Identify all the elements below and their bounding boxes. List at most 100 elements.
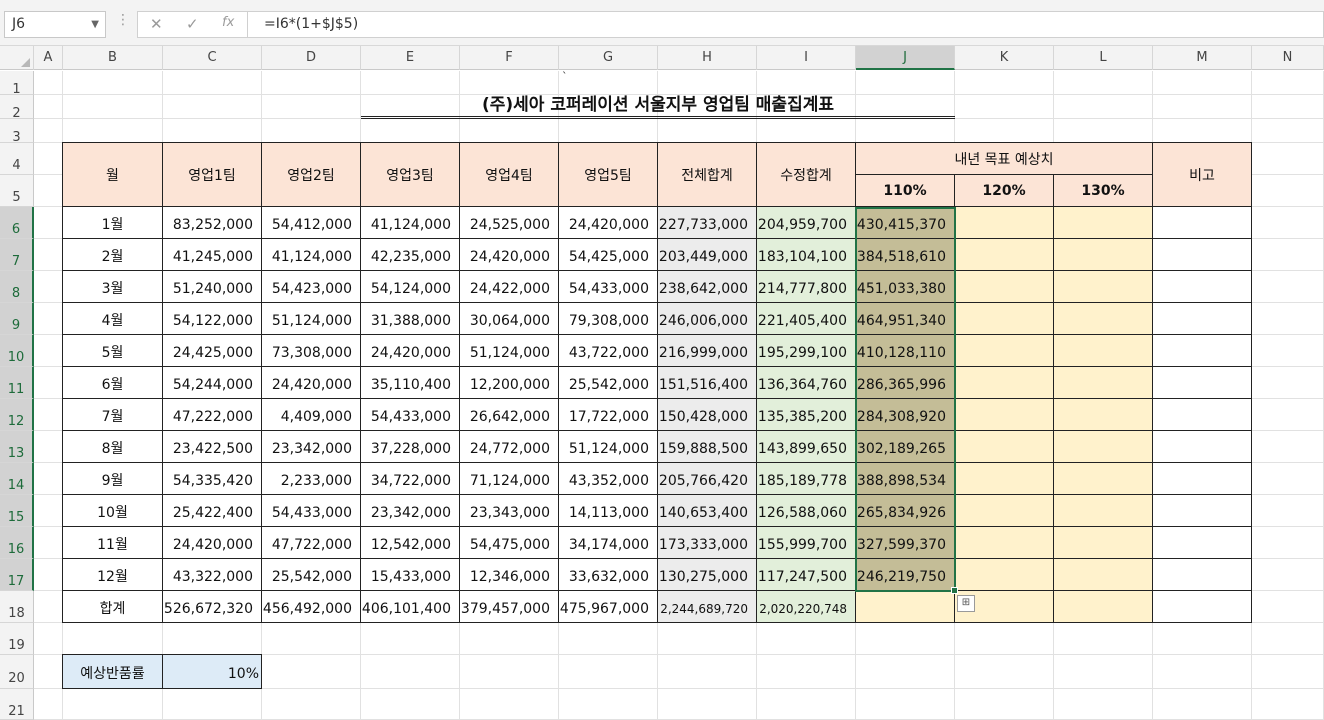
total-cell[interactable]: 227,733,000	[657, 206, 757, 239]
total-cell[interactable]: 205,766,420	[657, 462, 757, 495]
row-header-9[interactable]: 9	[0, 303, 34, 335]
row-header-16[interactable]: 16	[0, 527, 34, 559]
forecast-120-cell[interactable]	[954, 526, 1054, 559]
total-note[interactable]	[1152, 590, 1252, 623]
total-cell[interactable]: 159,888,500	[657, 430, 757, 463]
column-header-n[interactable]: N	[1252, 46, 1324, 70]
team2-cell[interactable]: 54,412,000	[261, 206, 361, 239]
row-header-19[interactable]: 19	[0, 623, 34, 655]
note-cell[interactable]	[1152, 334, 1252, 367]
forecast-120-cell[interactable]	[954, 430, 1054, 463]
forecast-130-cell[interactable]	[1053, 398, 1153, 431]
column-header-e[interactable]: E	[361, 46, 460, 70]
team4-cell[interactable]: 54,475,000	[459, 526, 559, 559]
row-header-11[interactable]: 11	[0, 367, 34, 399]
row-header-13[interactable]: 13	[0, 431, 34, 463]
team1-cell[interactable]: 47,222,000	[162, 398, 262, 431]
header-team5[interactable]: 영업5팀	[558, 142, 658, 207]
row-header-17[interactable]: 17	[0, 559, 34, 591]
total-cell[interactable]: 173,333,000	[657, 526, 757, 559]
forecast-120-cell[interactable]	[954, 238, 1054, 271]
chevron-down-icon[interactable]: ▼	[91, 12, 99, 37]
forecast-110-cell[interactable]: 410,128,110	[855, 334, 955, 367]
forecast-130-cell[interactable]	[1053, 430, 1153, 463]
total-team2[interactable]: 456,492,000	[261, 590, 361, 623]
row-header-5[interactable]: 5	[0, 175, 34, 207]
total-forecast-110[interactable]	[855, 590, 955, 623]
note-cell[interactable]	[1152, 558, 1252, 591]
column-header-g[interactable]: G	[559, 46, 658, 70]
team1-cell[interactable]: 23,422,500	[162, 430, 262, 463]
team2-cell[interactable]: 51,124,000	[261, 302, 361, 335]
x-icon[interactable]: ✕	[150, 15, 163, 33]
forecast-130-cell[interactable]	[1053, 238, 1153, 271]
forecast-130-cell[interactable]	[1053, 462, 1153, 495]
team5-cell[interactable]: 25,542,000	[558, 366, 658, 399]
team5-cell[interactable]: 51,124,000	[558, 430, 658, 463]
forecast-120-cell[interactable]	[954, 558, 1054, 591]
team4-cell[interactable]: 51,124,000	[459, 334, 559, 367]
row-header-1[interactable]: 1	[0, 71, 34, 97]
team4-cell[interactable]: 30,064,000	[459, 302, 559, 335]
team4-cell[interactable]: 24,525,000	[459, 206, 559, 239]
column-header-a[interactable]: A	[34, 46, 63, 70]
header-note[interactable]: 비고	[1152, 142, 1252, 207]
adjusted-cell[interactable]: 214,777,800	[756, 270, 856, 303]
forecast-120-cell[interactable]	[954, 398, 1054, 431]
month-cell[interactable]: 7월	[62, 398, 163, 431]
team5-cell[interactable]: 54,425,000	[558, 238, 658, 271]
team5-cell[interactable]: 34,174,000	[558, 526, 658, 559]
forecast-110-cell[interactable]: 265,834,926	[855, 494, 955, 527]
forecast-110-cell[interactable]: 430,415,370	[855, 206, 955, 239]
forecast-120-cell[interactable]	[954, 206, 1054, 239]
team2-cell[interactable]: 47,722,000	[261, 526, 361, 559]
forecast-130-cell[interactable]	[1053, 366, 1153, 399]
row-header-8[interactable]: 8	[0, 271, 34, 303]
team2-cell[interactable]: 2,233,000	[261, 462, 361, 495]
team1-cell[interactable]: 41,245,000	[162, 238, 262, 271]
total-forecast-130[interactable]	[1053, 590, 1153, 623]
row-header-21[interactable]: 21	[0, 689, 34, 720]
header-team2[interactable]: 영업2팀	[261, 142, 361, 207]
forecast-110-cell[interactable]: 451,033,380	[855, 270, 955, 303]
row-header-14[interactable]: 14	[0, 463, 34, 495]
check-icon[interactable]: ✓	[186, 15, 199, 33]
team5-cell[interactable]: 14,113,000	[558, 494, 658, 527]
total-cell[interactable]: 246,006,000	[657, 302, 757, 335]
note-cell[interactable]	[1152, 366, 1252, 399]
team5-cell[interactable]: 79,308,000	[558, 302, 658, 335]
header-team4[interactable]: 영업4팀	[459, 142, 559, 207]
team5-cell[interactable]: 24,420,000	[558, 206, 658, 239]
team2-cell[interactable]: 23,342,000	[261, 430, 361, 463]
team5-cell[interactable]: 43,352,000	[558, 462, 658, 495]
month-cell[interactable]: 9월	[62, 462, 163, 495]
team2-cell[interactable]: 54,433,000	[261, 494, 361, 527]
adjusted-cell[interactable]: 126,588,060	[756, 494, 856, 527]
select-all-button[interactable]	[0, 46, 34, 70]
team4-cell[interactable]: 24,422,000	[459, 270, 559, 303]
note-cell[interactable]	[1152, 270, 1252, 303]
header-120-percent[interactable]: 120%	[954, 174, 1054, 207]
total-cell[interactable]: 203,449,000	[657, 238, 757, 271]
team1-cell[interactable]: 54,335,420	[162, 462, 262, 495]
total-cell[interactable]: 140,653,400	[657, 494, 757, 527]
header-team1[interactable]: 영업1팀	[162, 142, 262, 207]
column-header-h[interactable]: H	[658, 46, 757, 70]
month-cell[interactable]: 10월	[62, 494, 163, 527]
total-cell[interactable]: 151,516,400	[657, 366, 757, 399]
month-cell[interactable]: 12월	[62, 558, 163, 591]
forecast-120-cell[interactable]	[954, 334, 1054, 367]
adjusted-cell[interactable]: 135,385,200	[756, 398, 856, 431]
header-month[interactable]: 월	[62, 142, 163, 207]
row-header-20[interactable]: 20	[0, 655, 34, 689]
team1-cell[interactable]: 24,420,000	[162, 526, 262, 559]
forecast-130-cell[interactable]	[1053, 526, 1153, 559]
team3-cell[interactable]: 24,420,000	[360, 334, 460, 367]
column-header-j[interactable]: J	[856, 46, 955, 70]
adjusted-cell[interactable]: 195,299,100	[756, 334, 856, 367]
total-team5[interactable]: 475,967,000	[558, 590, 658, 623]
header-adjusted[interactable]: 수정합계	[756, 142, 856, 207]
note-cell[interactable]	[1152, 494, 1252, 527]
adjusted-cell[interactable]: 221,405,400	[756, 302, 856, 335]
column-header-l[interactable]: L	[1054, 46, 1153, 70]
